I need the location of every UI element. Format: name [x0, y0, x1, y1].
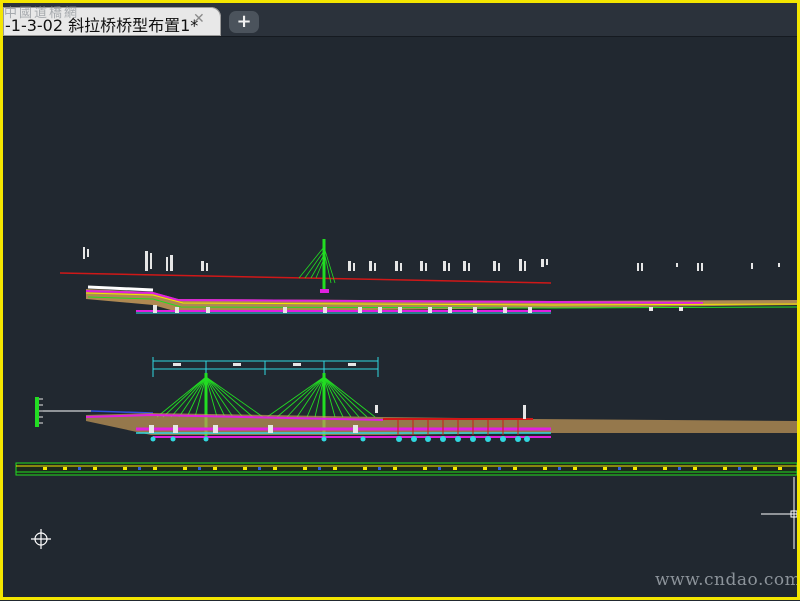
site-logo: 中國道橋網 — [4, 6, 80, 21]
cad-drawing — [15, 239, 798, 549]
crosshair-icon — [31, 529, 51, 549]
drawing-canvas[interactable] — [3, 37, 798, 597]
watermark: www.cndao.com — [655, 570, 800, 590]
plan-view-strip — [15, 462, 798, 476]
new-tab-button[interactable]: + — [229, 11, 259, 33]
close-icon[interactable]: ✕ — [193, 11, 205, 27]
ucs-axis-icon — [761, 477, 798, 549]
document-tab-bar: -1-3-02 斜拉桥桥型布置1* ✕ + — [3, 3, 797, 37]
lower-elevation — [35, 357, 797, 442]
upper-elevation — [59, 239, 798, 314]
